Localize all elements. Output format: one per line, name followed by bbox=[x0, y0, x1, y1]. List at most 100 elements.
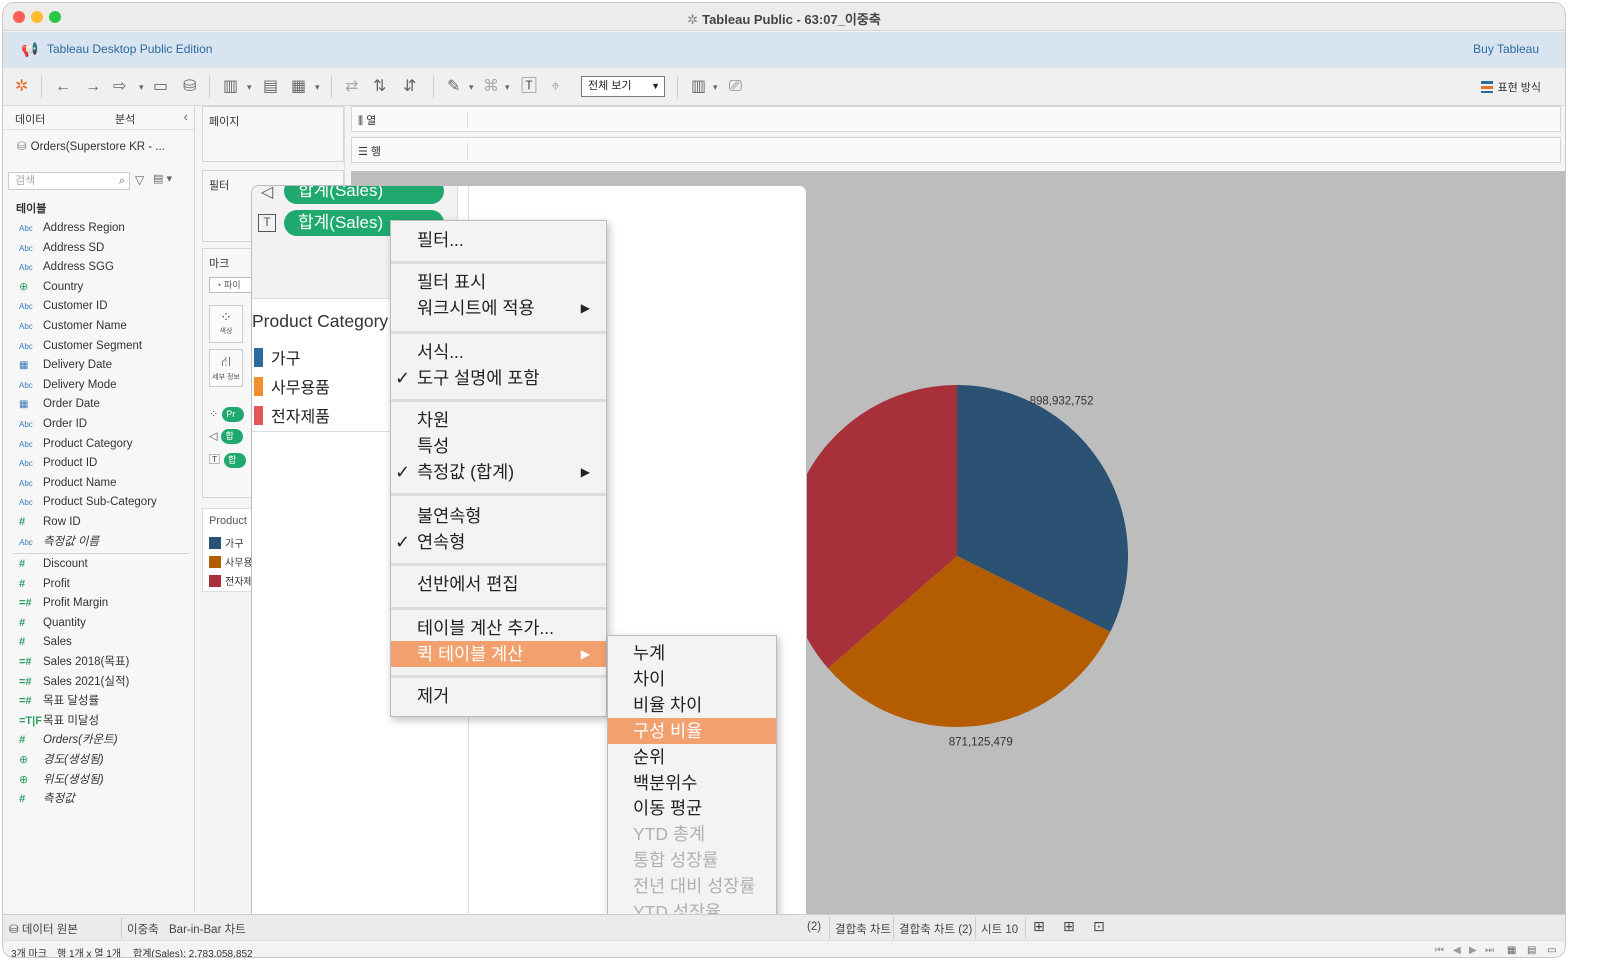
sheet-tab[interactable]: 시트 10 bbox=[981, 921, 1018, 937]
data-field[interactable]: Abc Order ID bbox=[3, 415, 195, 435]
show-labels-icon[interactable]: 🅃 bbox=[521, 76, 537, 98]
sheet-tab[interactable]: 결합축 차트 bbox=[835, 921, 891, 937]
menu-item[interactable]: 필터 표시 bbox=[391, 269, 606, 295]
new-story-icon[interactable]: ⊡ bbox=[1093, 918, 1105, 935]
last-sheet-icon[interactable]: ⏭ bbox=[1485, 945, 1494, 956]
data-field[interactable]: Abc Customer ID bbox=[3, 297, 195, 317]
clear-sheet-icon[interactable]: ▦ bbox=[291, 76, 306, 98]
legend-item[interactable]: 가구 bbox=[254, 345, 300, 369]
data-field[interactable]: Abc Address SGG bbox=[3, 258, 195, 278]
menu-item[interactable]: ✓ 측정값 (합계) ▶ bbox=[391, 459, 606, 485]
show-me-button[interactable]: 표현 방식 bbox=[1481, 79, 1541, 95]
menu-item[interactable]: 차원 bbox=[391, 407, 606, 433]
data-field[interactable]: # Sales bbox=[3, 633, 195, 653]
columns-shelf[interactable]: ⫼ 열 bbox=[351, 106, 1561, 132]
menu-item[interactable]: 불연속형 bbox=[391, 503, 606, 529]
legend-item[interactable]: 전자제품 bbox=[254, 403, 330, 427]
submenu-item[interactable]: 비율 차이 bbox=[608, 692, 776, 718]
data-field[interactable]: =T|F 목표 미달성 bbox=[3, 712, 195, 732]
fix-axes-icon[interactable]: ⌖ bbox=[551, 76, 560, 98]
pages-card[interactable]: 페이지 bbox=[202, 106, 344, 162]
data-field[interactable]: Abc Product Category bbox=[3, 435, 195, 455]
menu-item[interactable]: 테이블 계산 추가... bbox=[391, 615, 606, 641]
menu-item[interactable]: ✓ 연속형 bbox=[391, 529, 606, 555]
sheet-tab[interactable]: 이중축 bbox=[127, 921, 159, 937]
sheet-tab[interactable]: 결합축 차트 (2) bbox=[899, 921, 972, 937]
label-pill[interactable]: 🅃 합 bbox=[209, 451, 246, 468]
highlight-icon[interactable]: ✎ bbox=[447, 76, 460, 98]
data-field[interactable]: # Orders(카운트) bbox=[3, 731, 195, 751]
data-field[interactable]: ⊕ Country bbox=[3, 278, 195, 298]
chevron-down-icon[interactable]: ▾ bbox=[505, 76, 510, 98]
menu-item[interactable]: 필터... bbox=[391, 227, 606, 253]
data-field[interactable]: Abc Product Sub-Category bbox=[3, 493, 195, 513]
tab-data[interactable]: 데이터 bbox=[15, 111, 45, 127]
menu-item[interactable]: 제거 bbox=[391, 683, 606, 709]
sort-descending-icon[interactable]: ⇵ bbox=[403, 76, 416, 98]
data-field[interactable]: # Discount bbox=[3, 555, 195, 575]
grid-view-icon[interactable]: ▦ bbox=[1507, 945, 1516, 956]
undo-icon[interactable]: ← bbox=[55, 76, 71, 98]
next-sheet-icon[interactable]: ▶ bbox=[1469, 945, 1477, 956]
submenu-item[interactable]: 누계 bbox=[608, 640, 776, 666]
tab-datasource[interactable]: ⛁ 데이터 원본 bbox=[9, 921, 78, 937]
tableau-home-icon[interactable]: ✲ bbox=[15, 76, 28, 98]
legend-item[interactable]: 가구 bbox=[209, 535, 243, 550]
data-field[interactable]: Abc Product ID bbox=[3, 454, 195, 474]
detail-button[interactable]: ⛙ 세부 정보 bbox=[209, 349, 243, 387]
data-field[interactable]: # Row ID bbox=[3, 513, 195, 533]
chevron-down-icon[interactable]: ▾ bbox=[713, 76, 718, 98]
color-button[interactable]: ⁘ 색상 bbox=[209, 305, 243, 343]
angle-sales-pill[interactable]: 합계(Sales) bbox=[284, 186, 444, 204]
duplicate-sheet-icon[interactable]: ▤ bbox=[263, 76, 278, 98]
legend-item[interactable]: 전자제 bbox=[209, 573, 253, 588]
data-field[interactable]: # Quantity bbox=[3, 614, 195, 634]
datasource-item[interactable]: ⛁ Orders(Superstore KR - ... bbox=[17, 139, 165, 153]
filter-icon[interactable]: ▽ bbox=[135, 173, 144, 187]
data-field[interactable]: # 측정값 bbox=[3, 790, 195, 810]
sheet-tab[interactable]: Bar-in-Bar 차트 bbox=[169, 921, 246, 937]
data-field[interactable]: =# Sales 2021(실적) bbox=[3, 673, 195, 693]
data-field[interactable]: =# Sales 2018(목표) bbox=[3, 653, 195, 673]
data-field[interactable]: =# Profit Margin bbox=[3, 594, 195, 614]
group-icon[interactable]: ⌘ bbox=[483, 76, 499, 98]
menu-item[interactable]: 특성 bbox=[391, 433, 606, 459]
new-worksheet-icon[interactable]: ⊞ bbox=[1033, 918, 1045, 935]
menu-item[interactable]: 퀵 테이블 계산 ▶ bbox=[391, 641, 606, 667]
new-datasource-icon[interactable]: ⛁ bbox=[183, 76, 196, 98]
data-field[interactable]: ⊕ 경도(생성됨) bbox=[3, 751, 195, 771]
replay-icon[interactable]: ⇨ bbox=[113, 76, 126, 98]
menu-item[interactable]: 선반에서 편집 bbox=[391, 571, 606, 597]
data-field[interactable]: ▦ Order Date bbox=[3, 395, 195, 415]
legend-item[interactable]: 사무용품 bbox=[254, 374, 330, 398]
field-search-input[interactable]: 검색 ⌕ bbox=[8, 172, 130, 190]
buy-tableau-link[interactable]: Buy Tableau bbox=[1473, 42, 1539, 56]
new-worksheet-icon[interactable]: ▥ bbox=[223, 76, 238, 98]
data-field[interactable]: Abc Customer Segment bbox=[3, 337, 195, 357]
submenu-item[interactable]: 순위 bbox=[608, 744, 776, 770]
chevron-down-icon[interactable]: ▾ bbox=[469, 76, 474, 98]
data-field[interactable]: Abc Product Name bbox=[3, 474, 195, 494]
data-field[interactable]: # Profit bbox=[3, 575, 195, 595]
presentation-mode-icon[interactable]: ⎚ bbox=[729, 76, 742, 98]
data-field[interactable]: Abc Customer Name bbox=[3, 317, 195, 337]
tabs-view-icon[interactable]: ▭ bbox=[1547, 945, 1556, 956]
chevron-down-icon[interactable]: ▾ bbox=[139, 76, 144, 98]
sheet-tab[interactable]: (2) bbox=[807, 921, 821, 933]
data-field[interactable]: =# 목표 달성률 bbox=[3, 692, 195, 712]
new-dashboard-icon[interactable]: ⊞ bbox=[1063, 918, 1075, 935]
collapse-pane-icon[interactable]: ‹ bbox=[184, 109, 188, 124]
submenu-item[interactable]: 이동 평균 bbox=[608, 795, 776, 821]
data-field[interactable]: Abc Delivery Mode bbox=[3, 376, 195, 396]
color-pill[interactable]: ⁘ Pr bbox=[209, 407, 245, 422]
redo-icon[interactable]: → bbox=[85, 76, 101, 98]
menu-item[interactable]: 워크시트에 적용 ▶ bbox=[391, 295, 606, 321]
menu-item[interactable]: ✓ 도구 설명에 포함 bbox=[391, 365, 606, 391]
rows-shelf[interactable]: ☰ 행 bbox=[351, 137, 1561, 163]
submenu-item[interactable]: 구성 비율 bbox=[608, 717, 776, 744]
legend-item[interactable]: 사무용 bbox=[209, 554, 253, 569]
sort-ascending-icon[interactable]: ⇅ bbox=[373, 76, 386, 98]
show-cards-icon[interactable]: ▥ bbox=[691, 76, 706, 98]
chevron-down-icon[interactable]: ▾ bbox=[315, 76, 320, 98]
data-field[interactable]: Abc Address SD bbox=[3, 239, 195, 259]
